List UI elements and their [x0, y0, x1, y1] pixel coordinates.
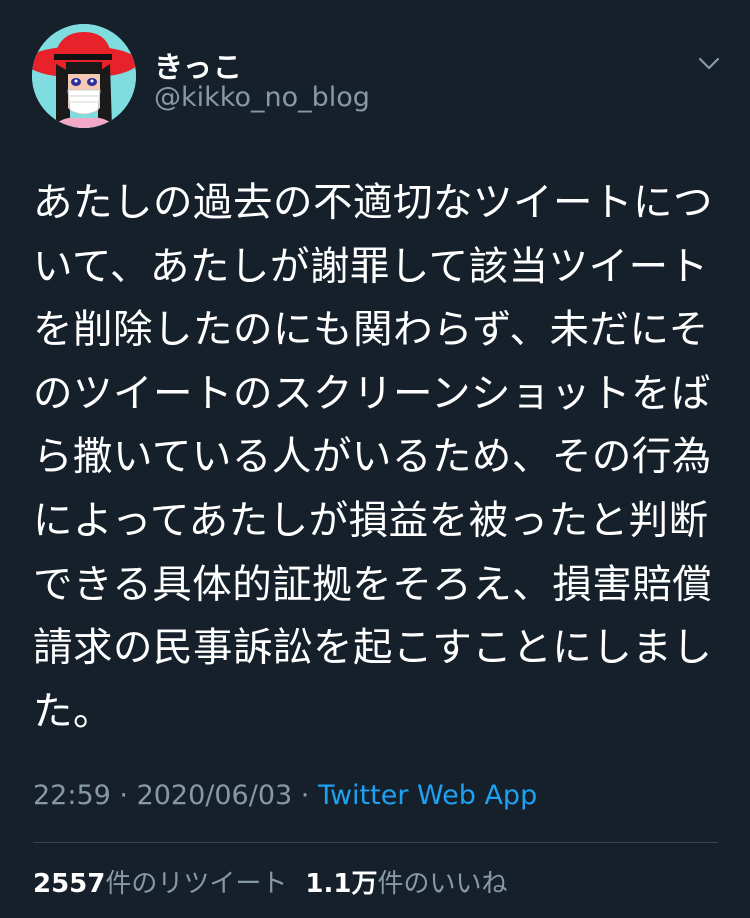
tweet-metadata: 22:59 · 2020/06/03 · Twitter Web App — [33, 780, 537, 811]
tweet-header: きっこ @kikko_no_blog — [32, 24, 722, 134]
user-handle[interactable]: @kikko_no_blog — [154, 82, 370, 113]
tweet-date[interactable]: 2020/06/03 — [137, 780, 293, 811]
retweet-label: 件のリツイート — [105, 869, 288, 899]
tweet: きっこ @kikko_no_blog あたしの過去の不適切なツイートについて、あ… — [0, 0, 750, 918]
tweet-text: あたしの過去の不適切なツイートについて、あたしが謝罪して該当ツイートを削除したの… — [33, 180, 713, 735]
avatar[interactable] — [32, 24, 136, 128]
tweet-stats: 2557件のリツイート 1.1万件のいいね — [33, 863, 507, 900]
like-number: 1.1万 — [305, 869, 378, 899]
display-name[interactable]: きっこ — [154, 44, 243, 86]
divider — [33, 842, 718, 843]
like-count[interactable]: 1.1万件のいいね — [305, 869, 507, 899]
tweet-time[interactable]: 22:59 — [33, 780, 111, 811]
chevron-down-icon[interactable] — [694, 48, 724, 78]
like-label: 件のいいね — [377, 869, 508, 899]
meta-separator: · — [110, 780, 137, 811]
meta-separator: · — [292, 780, 318, 811]
avatar-illustration — [32, 24, 136, 128]
retweet-count[interactable]: 2557件のリツイート — [33, 869, 287, 899]
retweet-number: 2557 — [33, 869, 106, 899]
tweet-source-link[interactable]: Twitter Web App — [318, 780, 537, 811]
